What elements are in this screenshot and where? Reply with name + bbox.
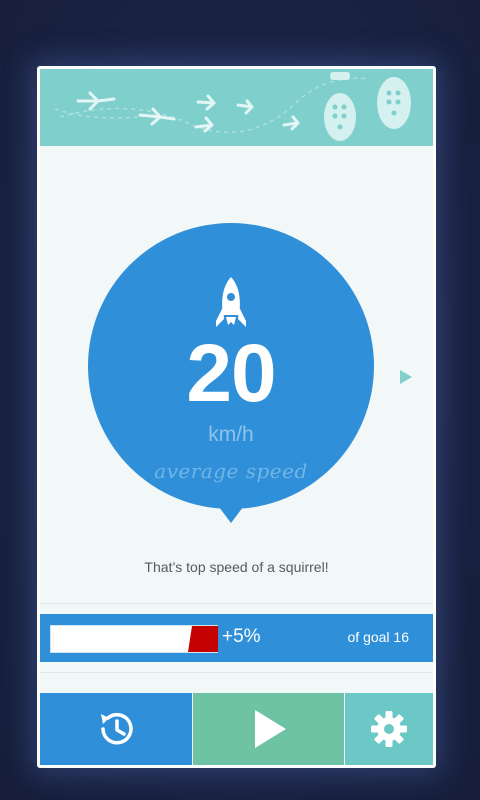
background: 20 km/h average speed That’s top speed o… [0, 0, 480, 800]
progress-bar-overflow [188, 626, 218, 652]
goal-progress: +5% of goal 16 [40, 614, 433, 662]
bottom-toolbar [40, 693, 433, 765]
progress-bar [50, 625, 218, 653]
gear-icon [371, 711, 407, 747]
app-screen: 20 km/h average speed That’s top speed o… [40, 69, 433, 765]
footprints-pattern-icon [54, 72, 411, 141]
footprints-banner [40, 69, 433, 146]
play-icon [254, 710, 286, 748]
speed-unit: km/h [208, 423, 254, 446]
play-button[interactable] [193, 693, 344, 765]
divider [40, 672, 433, 673]
history-icon [101, 712, 133, 745]
next-stat-chevron-right-icon[interactable] [400, 370, 412, 384]
history-button[interactable] [40, 693, 192, 765]
progress-percent: +5% [222, 626, 261, 647]
speed-display: 20 km/h average speed [88, 223, 374, 529]
speed-caption: average speed [154, 459, 308, 483]
speed-value: 20 [186, 328, 276, 419]
progress-goal-label: of goal 16 [347, 629, 410, 645]
settings-button[interactable] [345, 693, 433, 765]
speed-fact-text: That’s top speed of a squirrel! [144, 559, 329, 575]
divider [40, 603, 433, 604]
speed-circle-pointer [213, 499, 249, 523]
app-frame: 20 km/h average speed That’s top speed o… [37, 66, 436, 768]
rocket-icon [216, 277, 246, 327]
